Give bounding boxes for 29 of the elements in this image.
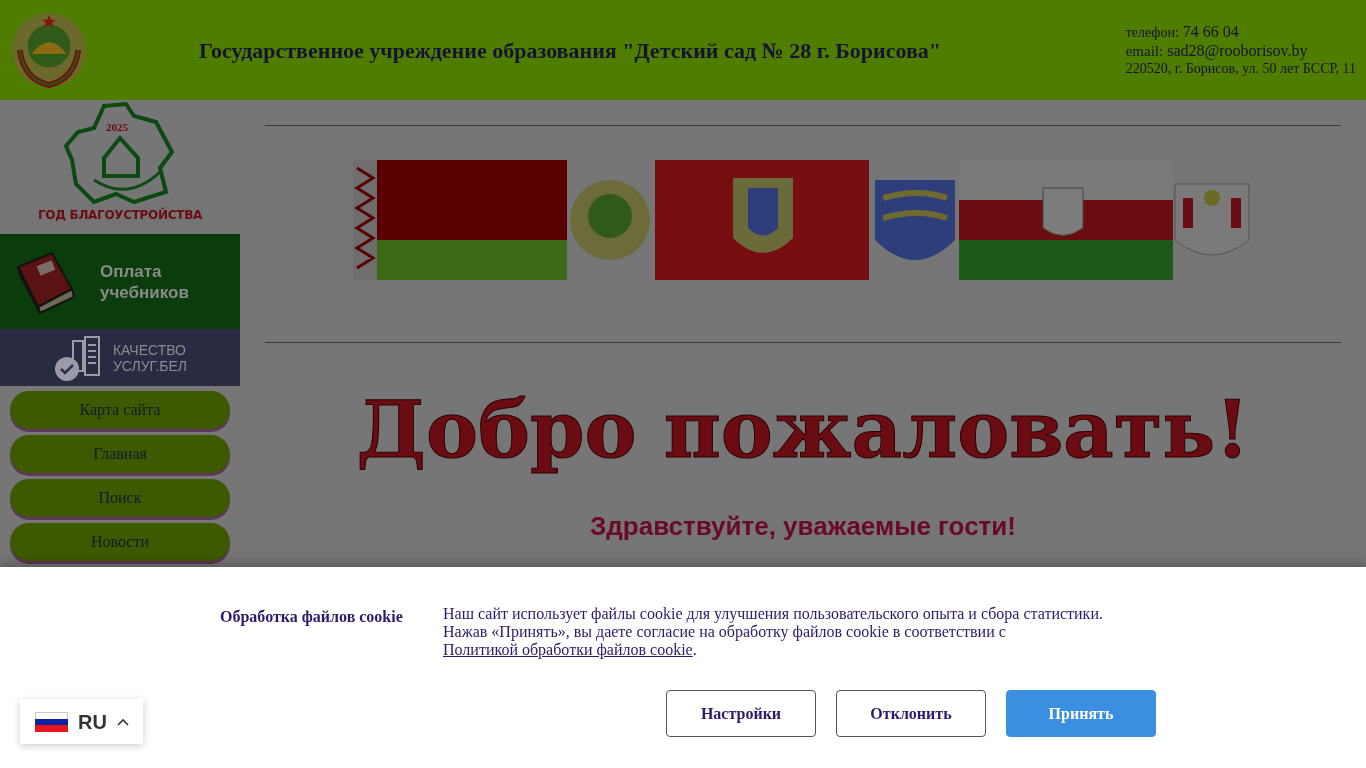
year-label: 2025 xyxy=(106,120,128,135)
menu-item[interactable]: Карта сайта xyxy=(10,391,230,429)
service-quality-label: КАЧЕСТВО УСЛУГ.БЕЛ xyxy=(112,341,188,374)
menu-item[interactable]: Главная xyxy=(10,435,230,473)
phone-label: телефон: xyxy=(1125,23,1179,42)
cookie-notice-text: Наш сайт использует файлы cookie для улучшения пользовательского опыта и сбора статистики. Нажав «Принять», вы даете согласие на обработку файлов cookie в соответствии с Политикой обработки файлов cookie. xyxy=(443,605,1104,659)
cookie-action-button[interactable]: Принять xyxy=(1006,690,1156,737)
postal-address: 220520, г. Борисов, ул. 50 лет БССР, 11 xyxy=(1125,60,1356,78)
language-selector[interactable]: RU xyxy=(20,699,143,744)
welcome-title: Добро пожаловать! xyxy=(355,383,1251,477)
site-title: Государственное учреждение образования "Детский сад № 28 г. Борисова" xyxy=(199,36,942,65)
phone-number: 74 66 04 xyxy=(1182,22,1239,41)
service-quality-banner[interactable]: КАЧЕСТВО УСЛУГ.БЕЛ xyxy=(0,329,240,386)
year-caption: ГОД БЛАГОУСТРОЙСТВА xyxy=(36,206,204,224)
greeting-heading: Здравствуйте, уважаемые гости! xyxy=(590,510,1016,543)
cookie-action-button[interactable]: Настройки xyxy=(666,690,816,737)
state-emblem-icon xyxy=(10,11,88,89)
cookie-title: Обработка файлов cookie xyxy=(220,607,404,628)
textbook-payment-label: Оплата учебников xyxy=(100,260,189,303)
email-address: sad28@rooborisov.by xyxy=(1167,41,1308,60)
menu-item[interactable]: Новости xyxy=(10,523,230,561)
email-label: email: xyxy=(1125,41,1164,60)
flag-icon xyxy=(35,711,68,732)
menu-item[interactable]: Поиск xyxy=(10,479,230,517)
cookie-policy-link[interactable]: Политикой обработки файлов cookie xyxy=(443,641,693,658)
textbook-payment-banner[interactable]: Оплата учебников xyxy=(0,234,240,329)
cookie-action-button[interactable]: Отклонить xyxy=(836,690,986,737)
caret-icon xyxy=(116,717,129,726)
buildings-check-icon xyxy=(52,334,103,381)
